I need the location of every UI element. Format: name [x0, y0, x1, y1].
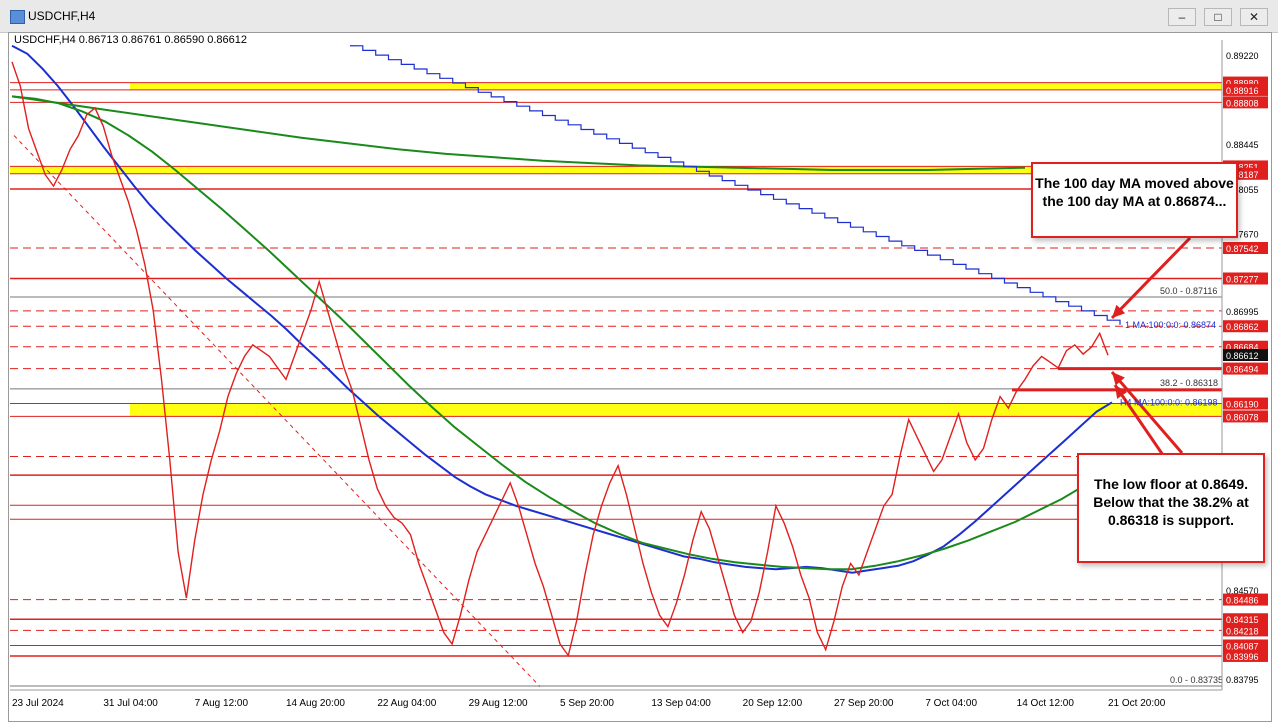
price-series	[11, 61, 1109, 658]
ma-h4-series	[11, 44, 1113, 574]
time-axis-label: 7 Oct 04:00	[925, 698, 977, 709]
price-axis-label: 0.84218	[1226, 626, 1259, 636]
price-axis-label: 0.87542	[1226, 244, 1259, 254]
time-axis-label: 22 Aug 04:00	[377, 698, 436, 709]
time-axis-label: 7 Aug 12:00	[195, 698, 249, 709]
price-axis-label: 0.83795	[1226, 675, 1259, 685]
ma-label: H4 MA:100:0:0: 0.86198	[1120, 398, 1218, 408]
time-axis-label: 29 Aug 12:00	[469, 698, 528, 709]
price-axis-label: 0.88916	[1226, 86, 1259, 96]
price-axis-label: 0.86190	[1226, 400, 1259, 410]
support-zone	[130, 403, 1222, 417]
fib-level-label: 38.2 - 0.86318	[1160, 378, 1218, 388]
price-axis-label: 0.88808	[1226, 98, 1259, 108]
price-axis-label: 0.86995	[1226, 307, 1259, 317]
time-axis-label: 13 Sep 04:00	[651, 698, 711, 709]
chart-symbol: USDCHF,H4	[14, 34, 76, 46]
fib-level-label: 50.0 - 0.87116	[1160, 286, 1217, 296]
price-axis-label: 0.86612	[1226, 351, 1259, 361]
time-axis-label: 21 Oct 20:00	[1108, 698, 1166, 709]
chart-ohlc-header: USDCHF,H4 0.86713 0.86761 0.86590 0.8661…	[14, 34, 247, 46]
price-chart[interactable]: 50.0 - 0.87116 38.2 - 0.86318 0.0 - 0.8373…	[0, 0, 1278, 722]
price-axis-label: 0.84486	[1226, 596, 1259, 606]
time-axis-label: 20 Sep 12:00	[743, 698, 803, 709]
time-axis-label: 5 Sep 20:00	[560, 698, 614, 709]
annotation-support: The low floor at 0.8649. Below that the …	[1077, 453, 1265, 563]
time-axis-label: 14 Oct 12:00	[1017, 698, 1075, 709]
time-axis-label: 23 Jul 2024	[12, 698, 64, 709]
price-axis-label: 0.83996	[1226, 652, 1259, 662]
ma-daily-200-series	[11, 95, 1026, 171]
time-axis-label: 14 Aug 20:00	[286, 698, 345, 709]
price-axis-label: 0.84315	[1226, 615, 1259, 625]
price-axis-label: 0.86862	[1226, 322, 1259, 332]
annotation-ma-crossover: The 100 day MA moved above the 100 day M…	[1031, 162, 1238, 238]
price-axis-label: 0.89220	[1226, 51, 1259, 61]
price-axis-label: 0.86078	[1226, 412, 1259, 422]
price-axis-label: 0.86494	[1226, 365, 1259, 375]
chart-ohlc-values: 0.86713 0.86761 0.86590 0.86612	[78, 34, 248, 46]
price-axis-label: 0.88445	[1226, 140, 1259, 150]
ma-label: 1 MA:100:0:0: 0.86874	[1125, 320, 1216, 330]
annotation-arrow	[1113, 384, 1167, 459]
fib-level-label: 0.0 - 0.83735	[1170, 675, 1223, 685]
price-axis-label: 0.87277	[1226, 274, 1259, 284]
time-axis-label: 27 Sep 20:00	[834, 698, 894, 709]
time-axis-label: 31 Jul 04:00	[103, 698, 158, 709]
support-zone	[130, 82, 1222, 90]
